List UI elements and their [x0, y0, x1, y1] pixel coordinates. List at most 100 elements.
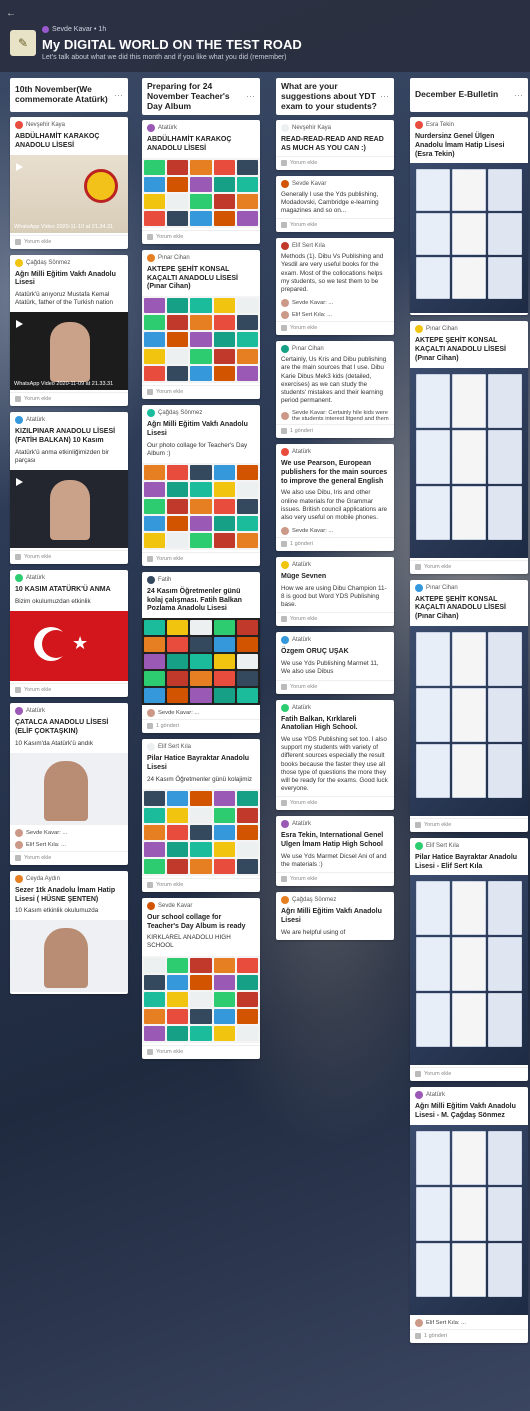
- collage-tile: [213, 464, 235, 480]
- collage-tile: [144, 176, 166, 192]
- post-media[interactable]: [410, 875, 528, 1066]
- post-card[interactable]: Sevde Kavar Generally I use the Yds publi…: [276, 175, 394, 233]
- add-comment-button[interactable]: Yorum ekle: [276, 155, 394, 170]
- add-comment-button[interactable]: Yorum ekle: [10, 550, 128, 564]
- photo-collage[interactable]: [142, 788, 260, 876]
- add-comment-button[interactable]: Yorum ekle: [142, 1044, 260, 1059]
- post-card[interactable]: Atatürk ÇATALCA ANADOLU LİSESİ (ELİF ÇOKT…: [10, 703, 128, 865]
- more-options-icon[interactable]: ⋯: [246, 91, 255, 101]
- post-title: Ağrı Milli Eğitim Vakfı Anadolu Lisesi -…: [415, 1103, 516, 1119]
- post-card[interactable]: Atatürk Özgem ORUÇ UŞAK We use Yds Publish…: [276, 632, 394, 694]
- post-media[interactable]: WhatsApp Video 2020-11-09 at 21.33.31: [10, 312, 128, 391]
- photo-collage[interactable]: [142, 296, 260, 384]
- post-card[interactable]: Pınar Cihan AKTEPE ŞEHİT KONSAL KAÇALTI A…: [410, 321, 528, 574]
- post-text: Certainly, Us Kris and Dibu publishing a…: [281, 356, 387, 405]
- post-card[interactable]: Atatürk 10 KASIM ATATÜRK'Ü ANMA Bizim okul…: [10, 570, 128, 698]
- post-card[interactable]: Atatürk Ağrı Milli Eğitim Vakfı Anadolu L…: [410, 1087, 528, 1343]
- play-icon[interactable]: [16, 162, 23, 171]
- collage-tile: [167, 349, 189, 365]
- add-comment-button[interactable]: Yorum ekle: [142, 877, 260, 892]
- post-card[interactable]: Esra Tekin Nurdersinz Genel Ülgen Anadolu…: [410, 117, 528, 316]
- add-comment-button[interactable]: Yorum ekle: [276, 679, 394, 694]
- post-card[interactable]: Atatürk Müge Sevnen How we are using Dibu …: [276, 557, 394, 627]
- post-card[interactable]: Pınar Cihan AKTEPE ŞEHİT KONSAL KAÇALTI A…: [142, 249, 260, 400]
- post-card[interactable]: Çağdaş Sönmez Ağrı Milli Eğitim Vakfı Ana…: [276, 892, 394, 940]
- add-comment-button[interactable]: Yorum ekle: [410, 1067, 528, 1081]
- comment-icon: [15, 554, 21, 561]
- photo-collage[interactable]: [142, 462, 260, 550]
- post-card[interactable]: Atatürk We use Pearson, European publishe…: [276, 444, 394, 552]
- post-media[interactable]: [142, 157, 260, 228]
- more-options-icon[interactable]: ⋯: [380, 91, 389, 101]
- add-comment-button[interactable]: Yorum ekle: [10, 683, 128, 697]
- collage-tile: [144, 366, 166, 382]
- post-media[interactable]: ★: [10, 611, 128, 682]
- photo-collage[interactable]: [142, 618, 260, 706]
- play-icon[interactable]: [16, 320, 23, 329]
- post-author: Esra Tekin: [410, 117, 528, 131]
- post-card[interactable]: Nevşehir Kaya ABDÜLHAMİT KARAKOÇ ANADOLU …: [10, 117, 128, 249]
- add-comment-button[interactable]: 1 gönderi: [276, 424, 394, 438]
- post-text: 24 Kasım Öğretmenler günü kolajimiz: [147, 775, 252, 783]
- add-comment-button[interactable]: Yorum ekle: [410, 817, 528, 832]
- add-comment-button[interactable]: Yorum ekle: [10, 392, 128, 406]
- post-card[interactable]: Ceyda Aydın Sezer 1tk Anadolu İmam Hatip …: [10, 870, 128, 995]
- post-card[interactable]: Sevde Kavar Our school collage for Teache…: [142, 897, 260, 1059]
- post-media[interactable]: [410, 163, 528, 314]
- post-card[interactable]: Pınar Cihan Certainly, Us Kris and Dibu p…: [276, 341, 394, 439]
- post-card[interactable]: Elif Sert Kıla Pilar Hatice Bayraktar Ana…: [410, 837, 528, 1082]
- post-card[interactable]: Fatih 24 Kasım Öğretmenler günü kolaj çal…: [142, 571, 260, 734]
- author-avatar: [42, 26, 49, 33]
- post-card[interactable]: Atatürk Esra Tekin, International Genel U…: [276, 816, 394, 887]
- add-comment-button[interactable]: Yorum ekle: [10, 850, 128, 865]
- collage-tile: [144, 515, 166, 531]
- add-comment-button[interactable]: 1 gönderi: [142, 719, 260, 733]
- post-card[interactable]: Atatürk ABDÜLHAMİT KARAKOÇ ANADOLU LİSESİ…: [142, 120, 260, 244]
- photo-collage[interactable]: [142, 157, 260, 228]
- add-comment-button[interactable]: Yorum ekle: [10, 234, 128, 249]
- post-media[interactable]: [10, 920, 128, 993]
- post-media[interactable]: [10, 470, 128, 549]
- add-comment-button[interactable]: Yorum ekle: [142, 229, 260, 244]
- more-options-icon[interactable]: ⋯: [114, 90, 123, 100]
- photo-collage[interactable]: [142, 955, 260, 1043]
- add-comment-button[interactable]: Yorum ekle: [142, 385, 260, 399]
- more-options-icon[interactable]: ⋯: [514, 90, 523, 100]
- post-card[interactable]: Atatürk Fatih Balkan, Kırklareli Anatolia…: [276, 699, 394, 811]
- add-comment-button[interactable]: Yorum ekle: [276, 612, 394, 626]
- post-card[interactable]: Çağdaş Sönmez Ağrı Milli Eğitim Vakfı Ana…: [142, 405, 260, 566]
- post-media[interactable]: [410, 367, 528, 558]
- post-card[interactable]: Atatürk KIZILPINAR ANADOLU LİSESİ (FATİH …: [10, 412, 128, 565]
- collage-tile: [213, 366, 235, 382]
- post-media[interactable]: [142, 618, 260, 706]
- post-media[interactable]: [142, 462, 260, 550]
- back-arrow-icon[interactable]: ←: [6, 8, 16, 19]
- avatar: [281, 311, 289, 320]
- post-card[interactable]: Pınar Cihan AKTEPE ŞEHİT KONSAL KAÇALTI A…: [410, 579, 528, 832]
- add-comment-button[interactable]: Yorum ekle: [276, 321, 394, 335]
- add-comment-button[interactable]: Yorum ekle: [276, 872, 394, 886]
- add-comment-button[interactable]: Yorum ekle: [276, 218, 394, 232]
- author-name: Nevşehir Kaya: [26, 122, 66, 128]
- post-card[interactable]: Nevşehir Kaya READ-READ-READ AND READ AS …: [276, 120, 394, 170]
- post-media[interactable]: [10, 752, 128, 825]
- add-comment-label: Yorum ekle: [290, 325, 318, 332]
- add-comment-button[interactable]: 1 gönderi: [276, 537, 394, 551]
- add-comment-button[interactable]: Yorum ekle: [276, 796, 394, 810]
- post-card[interactable]: Elif Sert Kıla Methods (1). Dibu Vs Publi…: [276, 238, 394, 336]
- add-comment-button[interactable]: Yorum ekle: [142, 551, 260, 566]
- bulletin-page: [452, 631, 486, 686]
- add-comment-button[interactable]: 1 gönderi: [410, 1328, 528, 1343]
- post-media[interactable]: [142, 955, 260, 1043]
- post-media[interactable]: [142, 296, 260, 384]
- post-card[interactable]: Çağdaş Sönmez Ağrı Milli Eğitim Vakfı Ana…: [10, 254, 128, 407]
- post-media[interactable]: [142, 788, 260, 876]
- post-media[interactable]: WhatsApp Video 2020-11-10 at 21.34.31: [10, 154, 128, 233]
- post-media[interactable]: [410, 1124, 528, 1315]
- post-media[interactable]: [410, 625, 528, 816]
- collage-tile: [167, 515, 189, 531]
- post-card[interactable]: Elif Sert Kıla Pilar Hatice Bayraktar Ana…: [142, 739, 260, 892]
- post-author: Pınar Cihan: [142, 250, 260, 264]
- add-comment-button[interactable]: Yorum ekle: [410, 559, 528, 574]
- play-icon[interactable]: [16, 478, 23, 487]
